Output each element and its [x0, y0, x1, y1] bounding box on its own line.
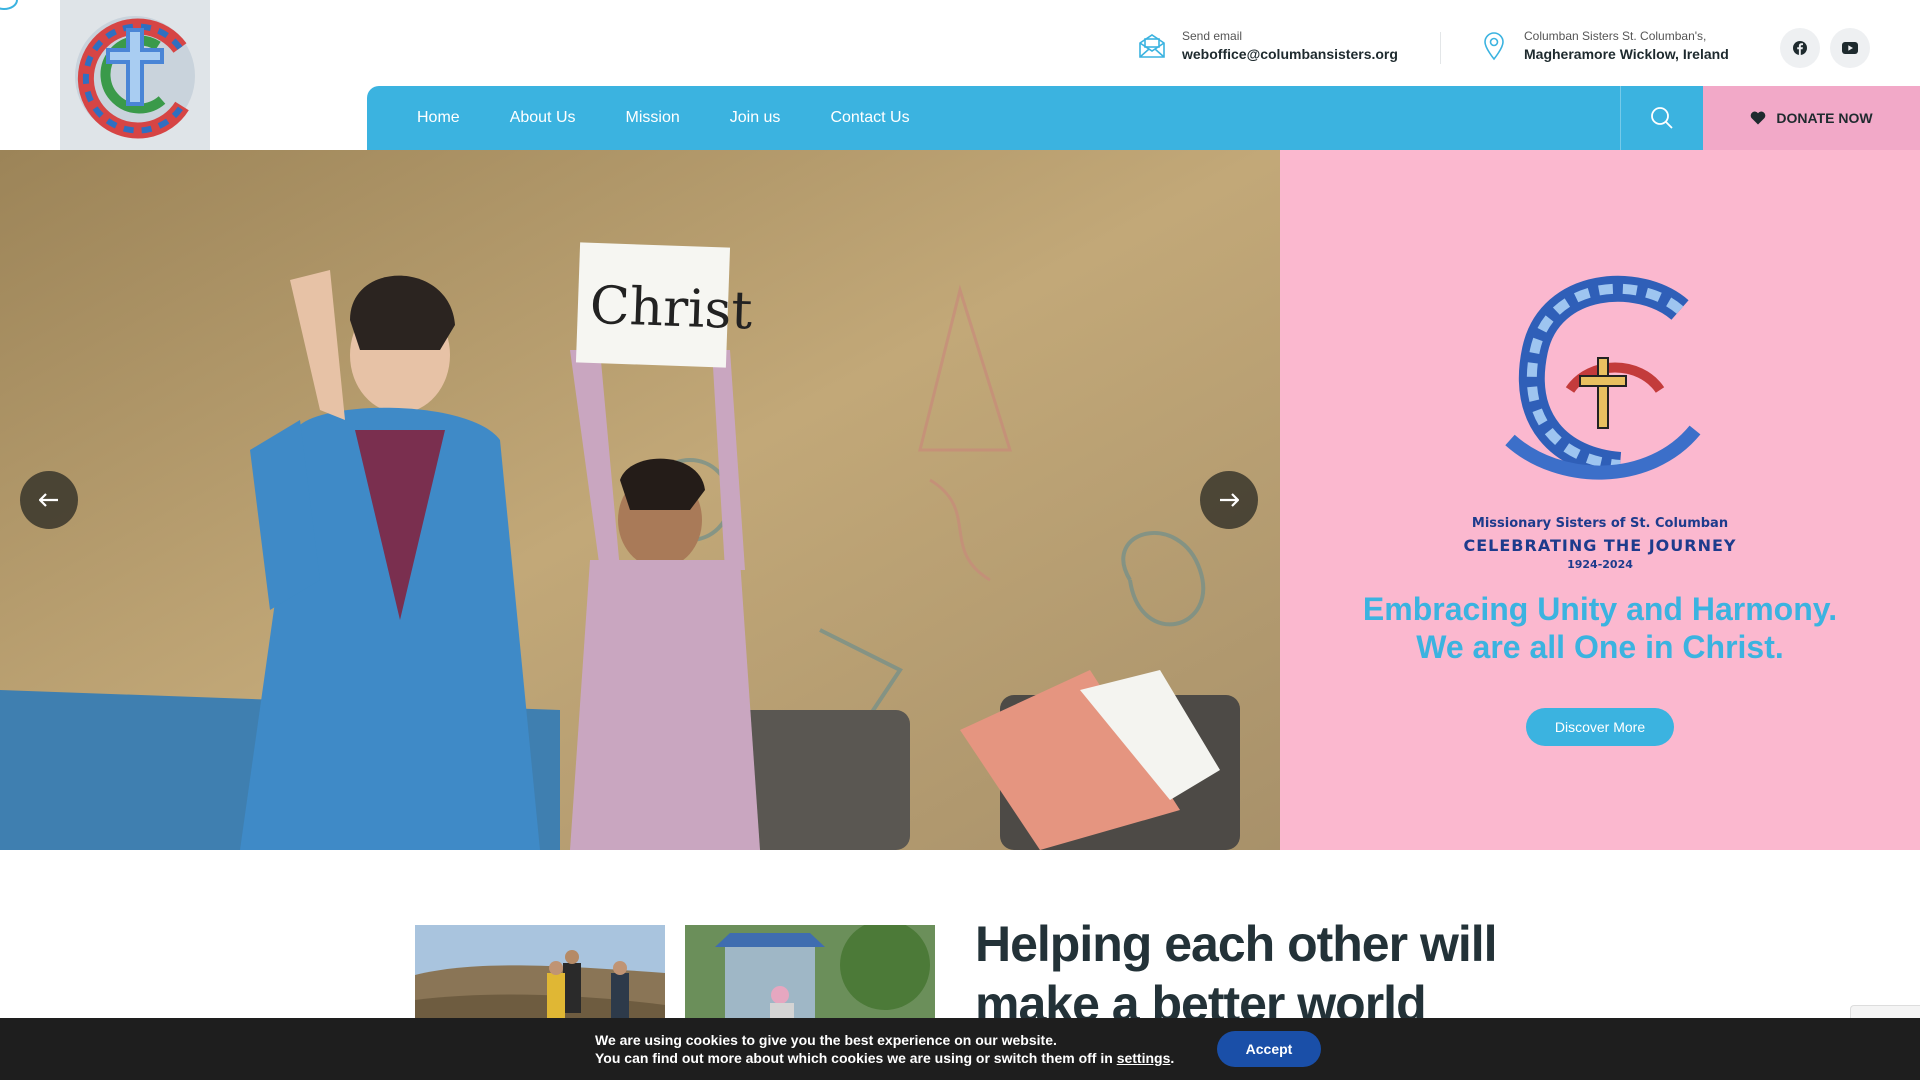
heart-icon [1751, 111, 1766, 125]
facebook-button[interactable] [1780, 28, 1820, 68]
nav-contact-us[interactable]: Contact Us [830, 109, 909, 127]
cookie-banner: We are using cookies to give you the bes… [0, 1018, 1920, 1080]
main-nav: Home About Us Mission Join us Contact Us [367, 86, 1703, 150]
cookie-line2-prefix: You can find out more about which cookie… [595, 1050, 1117, 1066]
site-logo[interactable] [60, 0, 210, 150]
cookie-settings-link[interactable]: settings [1117, 1050, 1171, 1066]
slider-next-button[interactable] [1200, 471, 1258, 529]
nav-home[interactable]: Home [417, 109, 460, 127]
cookie-message: We are using cookies to give you the bes… [595, 1031, 1174, 1067]
columban-logo-icon [75, 15, 195, 138]
promo-org-name: Missionary Sisters of St. Columban [1471, 516, 1729, 531]
contact-email[interactable]: Send email weboffice@columbansisters.org [1136, 28, 1398, 64]
celebrating-journey-logo [1490, 270, 1710, 490]
discover-more-button[interactable]: Discover More [1526, 708, 1674, 746]
promo-headline-line1: Embracing Unity and Harmony. [1362, 591, 1838, 627]
youtube-button[interactable] [1830, 28, 1870, 68]
nav-mission[interactable]: Mission [626, 109, 680, 127]
envelope-icon [1136, 30, 1168, 62]
arrow-left-icon [39, 493, 58, 507]
email-label: Send email [1182, 29, 1243, 43]
cookie-accept-button[interactable]: Accept [1217, 1031, 1321, 1067]
arrow-right-icon [1220, 493, 1239, 507]
promo-headline: Embracing Unity and Harmony. We are all … [1280, 590, 1920, 666]
cookie-line1: We are using cookies to give you the bes… [595, 1032, 1057, 1048]
cookie-line2-suffix: . [1170, 1050, 1175, 1066]
address-label: Columban Sisters St. Columban's, [1524, 29, 1707, 43]
hero-promo-panel: Missionary Sisters of St. Columban CELEB… [1280, 150, 1920, 850]
email-value[interactable]: weboffice@columbansisters.org [1182, 44, 1398, 64]
contact-address: Columban Sisters St. Columban's, Maghera… [1478, 28, 1729, 64]
christ-sign-text: Christ [589, 276, 753, 342]
slider-prev-button[interactable] [20, 471, 78, 529]
youtube-icon [1842, 42, 1858, 54]
hero-slide-image: Christ [0, 150, 1280, 850]
donate-button[interactable]: DONATE NOW [1703, 86, 1920, 150]
address-value: Magheramore Wicklow, Ireland [1524, 46, 1729, 62]
donate-label: DONATE NOW [1776, 110, 1873, 126]
promo-years: 1924-2024 [1567, 558, 1633, 571]
map-pin-icon [1478, 30, 1510, 62]
section-title: Helping each other will make a better wo… [975, 916, 1498, 1032]
search-icon [1651, 107, 1673, 129]
header-divider [1440, 32, 1441, 64]
corner-circle-icon [0, 0, 18, 10]
nav-about-us[interactable]: About Us [510, 109, 576, 127]
search-button[interactable] [1620, 86, 1703, 150]
promo-celebrating: CELEBRATING THE JOURNEY [1463, 536, 1737, 555]
promo-headline-line2: We are all One in Christ. [1416, 629, 1784, 665]
facebook-icon [1793, 41, 1807, 55]
centenary-logo-icon [1505, 275, 1701, 480]
nav-join-us[interactable]: Join us [730, 109, 781, 127]
